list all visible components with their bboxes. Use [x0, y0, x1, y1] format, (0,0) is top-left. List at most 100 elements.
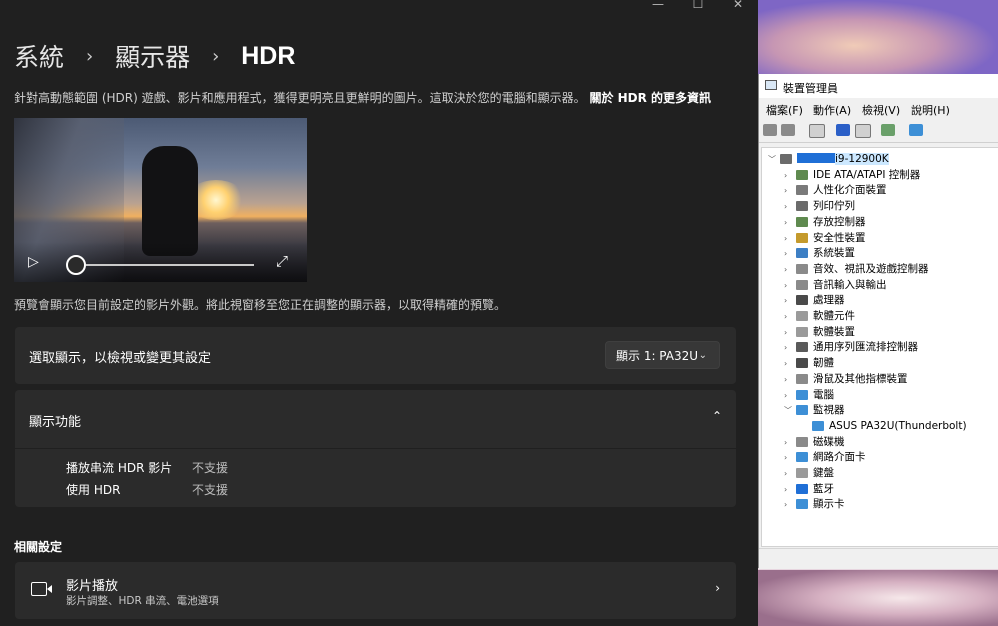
wallpaper-top	[758, 0, 998, 76]
device-view-icon[interactable]	[855, 124, 871, 138]
device-icon	[796, 358, 808, 369]
chevron-down-icon[interactable]: ﹀	[784, 403, 792, 418]
device-icon	[796, 436, 808, 447]
video-progress-track[interactable]	[86, 264, 254, 266]
device-tree-category[interactable]: › 列印佇列	[784, 199, 994, 214]
breadcrumb-display[interactable]: 顯示器	[115, 38, 190, 74]
play-icon[interactable]: ▷	[28, 254, 39, 270]
display-features-body: 播放串流 HDR 影片 不支援 使用 HDR 不支援	[15, 449, 736, 507]
device-tree-category[interactable]: › 顯示卡	[784, 497, 994, 512]
chevron-right-icon[interactable]: ›	[784, 372, 787, 387]
forward-arrow-icon[interactable]	[781, 124, 795, 136]
device-label: 通用序列匯流排控制器	[813, 341, 918, 354]
video-playback-link[interactable]: 影片播放 影片調整、HDR 串流、電池選項 ›	[15, 562, 736, 619]
device-tree-category[interactable]: ﹀ 監視器	[784, 403, 994, 418]
chevron-right-icon[interactable]: ›	[784, 309, 787, 324]
computer-icon	[780, 154, 792, 164]
video-progress-thumb[interactable]	[66, 255, 86, 275]
device-tree-root[interactable]: ﹀ i9-12900K	[768, 152, 968, 167]
device-tree-category[interactable]: › 人性化介面裝置	[784, 183, 994, 198]
chevron-right-icon[interactable]: ›	[784, 262, 787, 277]
device-tree-category[interactable]: › IDE ATA/ATAPI 控制器	[784, 168, 994, 183]
device-tree-category[interactable]: › 磁碟機	[784, 435, 994, 450]
breadcrumb-system[interactable]: 系統	[14, 38, 64, 74]
display-features-header[interactable]: 顯示功能 ⌃	[15, 390, 736, 448]
device-label: 處理器	[813, 294, 845, 307]
device-tree-category[interactable]: › 軟體元件	[784, 309, 994, 324]
device-icon	[796, 201, 808, 212]
chevron-right-icon[interactable]: ›	[784, 231, 787, 246]
chevron-right-icon[interactable]: ›	[784, 215, 787, 230]
chevron-right-icon[interactable]: ›	[784, 466, 787, 481]
device-tree-category[interactable]: › 系統裝置	[784, 246, 994, 261]
chevron-right-icon[interactable]: ›	[784, 435, 787, 450]
chevron-right-icon[interactable]: ›	[784, 497, 787, 512]
chevron-right-icon[interactable]: ›	[784, 450, 787, 465]
help-icon[interactable]	[836, 124, 850, 136]
chevron-right-icon[interactable]: ›	[784, 168, 787, 183]
display-features-label: 顯示功能	[29, 415, 82, 430]
fullscreen-icon[interactable]: ⤢	[276, 252, 288, 270]
menu-help[interactable]: 說明(H)	[911, 102, 950, 118]
monitor-icon[interactable]	[909, 124, 923, 136]
device-label: 軟體元件	[813, 310, 855, 322]
device-manager-titlebar[interactable]: 裝置管理員	[759, 74, 998, 98]
device-tree-category[interactable]: › 網路介面卡	[784, 450, 994, 465]
chevron-down-icon[interactable]: ﹀	[768, 152, 776, 167]
menu-view[interactable]: 檢視(V)	[862, 102, 900, 118]
minimize-icon[interactable]: —	[638, 0, 678, 12]
device-icon	[796, 389, 808, 400]
device-tree-category[interactable]: › 音訊輸入與輸出	[784, 278, 994, 293]
device-tree-category[interactable]: › 音效、視訊及遊戲控制器	[784, 262, 994, 277]
feature-name: 播放串流 HDR 影片	[66, 461, 173, 475]
chevron-right-icon[interactable]: ›	[784, 183, 787, 198]
device-label: 滑鼠及其他指標裝置	[813, 372, 908, 385]
chevron-right-icon[interactable]: ›	[784, 293, 787, 308]
feature-value: 不支援	[192, 483, 229, 497]
chevron-right-icon[interactable]: ›	[784, 388, 787, 403]
chevron-right-icon[interactable]: ›	[784, 482, 787, 497]
chevron-up-icon[interactable]: ⌃	[712, 409, 722, 423]
device-tree-child[interactable]: ASUS PA32U(Thunderbolt)	[800, 419, 998, 434]
device-icon	[796, 263, 808, 274]
back-arrow-icon[interactable]	[763, 124, 777, 136]
device-tree-category[interactable]: › 鍵盤	[784, 466, 994, 481]
device-label: IDE ATA/ATAPI 控制器	[813, 168, 921, 181]
scan-hardware-icon[interactable]	[881, 124, 895, 136]
display-select-dropdown[interactable]: 顯示 1: PA32U ⌄	[605, 341, 720, 369]
chevron-right-icon[interactable]: ›	[784, 199, 787, 214]
device-manager-menubar: 檔案(F) 動作(A) 檢視(V) 說明(H)	[759, 100, 998, 118]
device-tree-category[interactable]: › 處理器	[784, 293, 994, 308]
menu-file[interactable]: 檔案(F)	[766, 102, 803, 118]
device-tree-category[interactable]: › 軟體裝置	[784, 325, 994, 340]
device-label: 鍵盤	[813, 467, 834, 479]
device-tree-category[interactable]: › 安全性裝置	[784, 231, 994, 246]
chevron-right-icon[interactable]: ›	[784, 340, 787, 355]
device-tree-category[interactable]: › 藍牙	[784, 482, 994, 497]
maximize-icon[interactable]: ☐	[678, 0, 718, 12]
video-camera-icon	[31, 582, 47, 596]
chevron-right-icon: ›	[85, 45, 94, 67]
device-label: 人性化介面裝置	[813, 184, 887, 197]
chevron-right-icon: ›	[212, 45, 220, 67]
device-tree-category[interactable]: › 韌體	[784, 356, 994, 371]
device-icon	[796, 499, 808, 510]
chevron-right-icon[interactable]: ›	[784, 325, 787, 340]
close-icon[interactable]: ✕	[718, 0, 758, 12]
device-tree-category[interactable]: › 存放控制器	[784, 215, 994, 230]
chevron-right-icon[interactable]: ›	[784, 356, 787, 371]
device-tree-category[interactable]: › 通用序列匯流排控制器	[784, 340, 994, 355]
device-tree-category[interactable]: › 滑鼠及其他指標裝置	[784, 372, 994, 387]
device-tree-category[interactable]: › 電腦	[784, 388, 994, 403]
hdr-video-preview[interactable]: ▷ ⤢	[14, 118, 307, 282]
chevron-right-icon[interactable]: ›	[784, 246, 787, 261]
device-icon	[796, 295, 808, 306]
root-label-text: i9-12900K	[835, 153, 889, 165]
properties-icon[interactable]	[809, 124, 825, 138]
hdr-info-link[interactable]: 關於 HDR 的更多資訊	[589, 91, 711, 105]
chevron-right-icon[interactable]: ›	[784, 278, 787, 293]
device-icon	[796, 216, 808, 227]
menu-action[interactable]: 動作(A)	[813, 102, 851, 118]
device-icon	[796, 342, 808, 353]
feature-name: 使用 HDR	[66, 483, 121, 497]
